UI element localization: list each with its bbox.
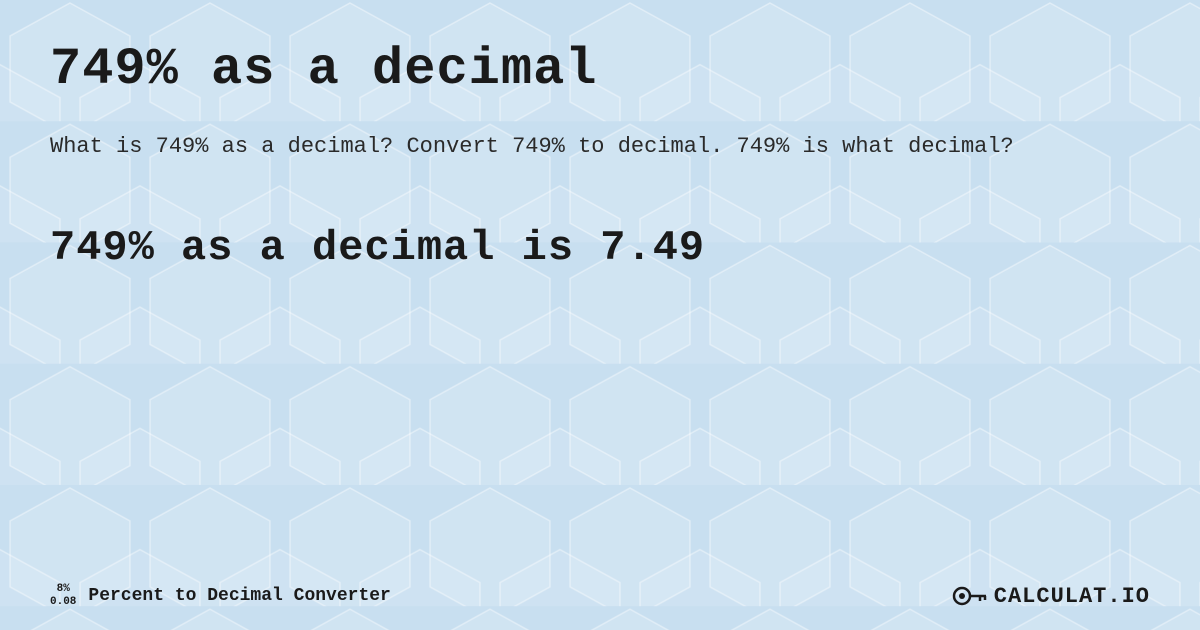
logo-text: CALCULAT.IO bbox=[994, 584, 1150, 609]
percent-top: 8% bbox=[57, 583, 70, 596]
logo: CALCULAT.IO bbox=[952, 582, 1150, 610]
result-section: 749% as a decimal is 7.49 bbox=[50, 224, 1150, 272]
percent-bottom: 0.08 bbox=[50, 596, 76, 609]
footer-label: Percent to Decimal Converter bbox=[88, 586, 390, 606]
footer: 8% 0.08 Percent to Decimal Converter CAL… bbox=[50, 582, 1150, 610]
result-text: 749% as a decimal is 7.49 bbox=[50, 224, 1150, 272]
logo-icon bbox=[952, 582, 988, 610]
percent-icon: 8% 0.08 bbox=[50, 583, 76, 609]
page-title: 749% as a decimal bbox=[50, 40, 1150, 99]
footer-left: 8% 0.08 Percent to Decimal Converter bbox=[50, 583, 391, 609]
page-description: What is 749% as a decimal? Convert 749% … bbox=[50, 129, 1150, 164]
